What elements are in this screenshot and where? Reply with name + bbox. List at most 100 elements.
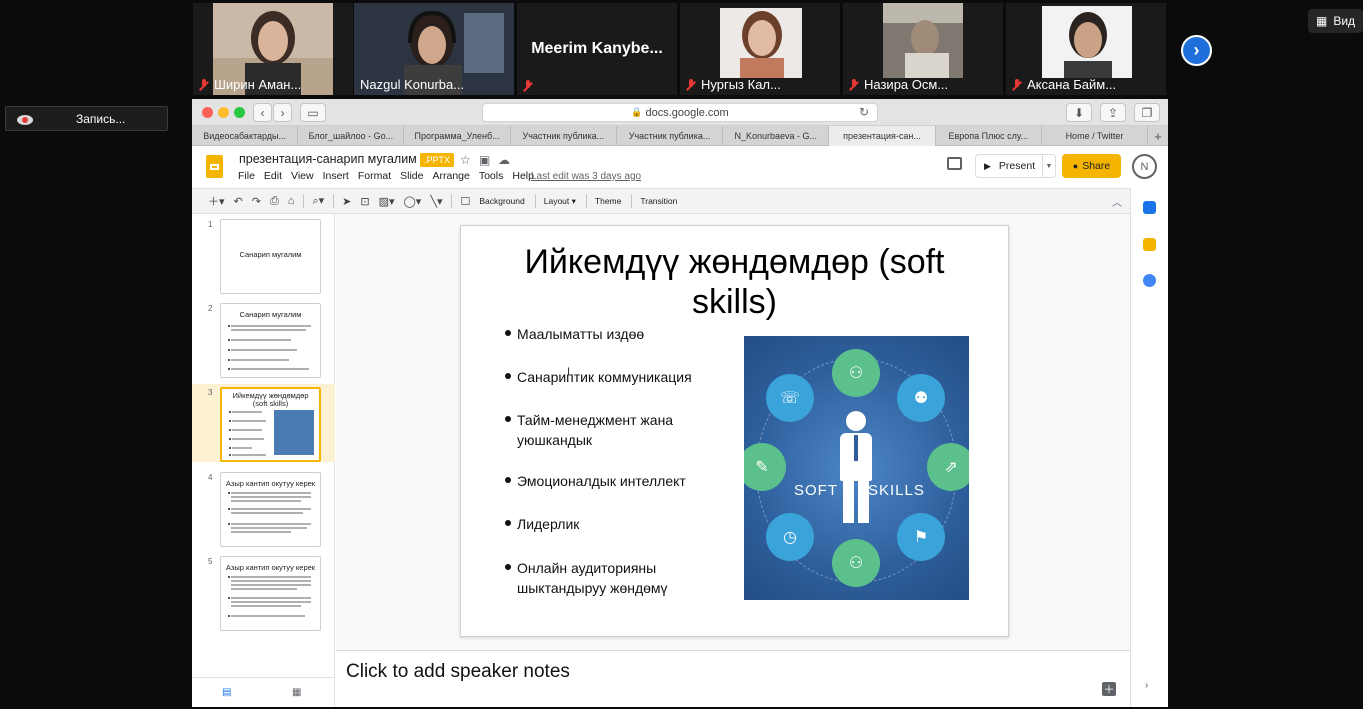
downloads-button[interactable]: ⬇ xyxy=(1066,103,1092,122)
participant-tile[interactable]: Ширин Аман... xyxy=(193,3,353,95)
slides-logo-icon[interactable] xyxy=(206,155,223,178)
slide-thumbnail-row[interactable]: 5 Азыр кантип окутуу керек xyxy=(192,553,335,631)
explore-icon[interactable]: ＋ xyxy=(1102,682,1116,696)
slide-thumbnail[interactable]: Азыр кантип окутуу керек xyxy=(220,556,321,631)
forward-button[interactable]: › xyxy=(273,103,292,122)
thumbnail-bullet xyxy=(228,492,230,494)
browser-tab[interactable]: Home / Twitter xyxy=(1042,126,1149,146)
image-icon[interactable]: ▨▾ xyxy=(379,195,395,208)
menu-arrange[interactable]: Arrange xyxy=(432,170,469,182)
text-box-icon[interactable]: ⊡ xyxy=(360,195,369,208)
mic-muted-icon xyxy=(1012,78,1022,91)
browser-tab[interactable]: N_Konurbaeva - G... xyxy=(723,126,830,146)
next-participants-button[interactable]: › xyxy=(1181,35,1212,66)
participant-tile[interactable]: Назира Осм... xyxy=(843,3,1003,95)
close-window-button[interactable] xyxy=(202,107,213,118)
print-icon[interactable]: ⎙ xyxy=(270,195,279,208)
cloud-status-icon[interactable]: ☁ xyxy=(498,153,510,167)
view-button[interactable]: ▦ Вид xyxy=(1308,9,1363,33)
browser-tab[interactable]: Видеосабактарды... xyxy=(192,126,299,146)
slide-thumbnail[interactable]: Ийкемдүү жөндөмдөр (soft skills) xyxy=(220,387,321,462)
browser-tab[interactable]: Участник публика... xyxy=(617,126,724,146)
present-button[interactable]: ▶ Present ▼ xyxy=(975,154,1056,178)
thumbnail-text-line xyxy=(231,580,311,582)
recording-indicator[interactable]: Запись... xyxy=(5,106,168,131)
document-title[interactable]: презентация-санарип мугалим xyxy=(239,152,417,166)
redo-icon[interactable]: ↷ xyxy=(252,195,261,208)
select-cursor-icon[interactable]: ➤ xyxy=(342,195,351,208)
menu-file[interactable]: File xyxy=(238,170,255,182)
browser-tab-active[interactable]: презентация-сан... xyxy=(829,126,936,146)
keep-icon[interactable] xyxy=(1143,238,1156,251)
menu-view[interactable]: View xyxy=(291,170,314,182)
menu-insert[interactable]: Insert xyxy=(323,170,349,182)
comment-history-icon[interactable] xyxy=(947,157,962,170)
expand-panel-icon[interactable]: › xyxy=(1145,680,1148,691)
slide-thumbnail[interactable]: Азыр кантип окутуу керек xyxy=(220,472,321,547)
collapse-toolbar-icon[interactable]: ︿ xyxy=(1112,194,1122,209)
speaker-notes-placeholder[interactable]: Click to add speaker notes xyxy=(346,661,570,683)
transition-button[interactable]: Transition xyxy=(640,196,677,206)
browser-tab[interactable]: Блог_шайлоо - Go... xyxy=(298,126,405,146)
toolbar-divider xyxy=(585,194,587,208)
share-button[interactable]: ● Share xyxy=(1062,154,1121,178)
move-folder-icon[interactable]: ▣ xyxy=(479,153,490,167)
theme-button[interactable]: Theme xyxy=(595,196,621,206)
present-options-dropdown[interactable]: ▼ xyxy=(1042,155,1055,177)
reload-icon[interactable]: ↻ xyxy=(859,105,869,119)
slide-thumbnail-row[interactable]: 4 Азыр кантип окутуу керек xyxy=(192,469,335,547)
line-icon[interactable]: ╲▾ xyxy=(430,195,442,208)
menu-format[interactable]: Format xyxy=(358,170,391,182)
soft-skills-image[interactable]: ⚇ ⚉ ⇗ ⚑ ⚇ ◷ ✎ ☏ SOFT SKILLS xyxy=(744,336,969,600)
filmstrip-view-icon[interactable]: ▤ xyxy=(222,687,231,698)
browser-tab[interactable]: Участник публика... xyxy=(511,126,617,146)
toolbar-divider xyxy=(631,194,633,208)
slide-number: 1 xyxy=(208,220,213,229)
browser-tab[interactable]: Программа_Уленб... xyxy=(404,126,511,146)
address-bar[interactable]: 🔒 docs.google.com ↻ xyxy=(482,103,878,122)
new-slide-icon[interactable]: ＋▾ xyxy=(208,193,225,209)
shape-icon[interactable]: ◯▾ xyxy=(403,195,421,208)
undo-icon[interactable]: ↶ xyxy=(234,195,243,208)
participant-tile[interactable]: Аксана Байм... xyxy=(1006,3,1166,95)
menu-tools[interactable]: Tools xyxy=(479,170,504,182)
sidebar-toggle-button[interactable]: ▭ xyxy=(300,103,326,122)
people-icon: ⚇ xyxy=(832,539,880,587)
speaker-notes-area[interactable]: Click to add speaker notes ＋ xyxy=(336,650,1130,707)
account-avatar[interactable]: N xyxy=(1132,154,1157,179)
background-button[interactable]: Background xyxy=(479,196,524,206)
new-tab-button[interactable]: + xyxy=(1148,126,1168,146)
bullet-item: Эмоционалдык интеллект xyxy=(505,471,715,491)
minimize-window-button[interactable] xyxy=(218,107,229,118)
back-button[interactable]: ‹ xyxy=(253,103,272,122)
participant-tile[interactable]: Нургыз Кал... xyxy=(680,3,840,95)
star-icon[interactable]: ☆ xyxy=(460,153,471,167)
tab-overview-button[interactable]: ❐ xyxy=(1134,103,1160,122)
thumbnail-bullet xyxy=(229,438,231,440)
slide-thumbnail[interactable]: Санарип мугалим xyxy=(220,219,321,294)
browser-tab[interactable]: Европа Плюс слу... xyxy=(936,126,1042,146)
menu-edit[interactable]: Edit xyxy=(264,170,282,182)
slide-thumbnail[interactable]: Санарип мугалим xyxy=(220,303,321,378)
slide-title[interactable]: Ийкемдүү жөндөмдөр (soft skills) xyxy=(481,242,988,322)
calendar-icon[interactable] xyxy=(1143,201,1156,214)
paint-format-icon[interactable]: ⌂ xyxy=(288,195,295,207)
comment-icon[interactable]: ☐ xyxy=(460,195,470,208)
menu-slide[interactable]: Slide xyxy=(400,170,423,182)
share-page-button[interactable]: ⇪ xyxy=(1100,103,1126,122)
zoom-icon[interactable]: ⌕▾ xyxy=(312,194,324,208)
slide-filmstrip: 1 Санарип мугалим 2 Санарип мугалим 3 Ий… xyxy=(192,214,335,707)
current-slide[interactable]: Ийкемдүү жөндөмдөр (soft skills) Маалыма… xyxy=(460,225,1009,637)
participant-tile[interactable]: Meerim Kanybe... xyxy=(517,3,677,95)
maximize-window-button[interactable] xyxy=(234,107,245,118)
participant-tile-active-speaker[interactable]: Nazgul Konurba... xyxy=(354,3,514,95)
slide-thumbnail-row-selected[interactable]: 3 Ийкемдүү жөндөмдөр (soft skills) xyxy=(192,384,335,462)
chevron-right-icon: › xyxy=(280,105,285,120)
tasks-icon[interactable] xyxy=(1143,274,1156,287)
slide-thumbnail-row[interactable]: 1 Санарип мугалим xyxy=(192,216,335,294)
browser-tabs: Видеосабактарды... Блог_шайлоо - Go... П… xyxy=(192,126,1168,146)
last-edit-link[interactable]: Last edit was 3 days ago xyxy=(531,171,641,182)
layout-button[interactable]: Layout ▾ xyxy=(544,196,576,207)
grid-view-icon[interactable]: ▦ xyxy=(292,687,301,698)
slide-thumbnail-row[interactable]: 2 Санарип мугалим xyxy=(192,300,335,378)
